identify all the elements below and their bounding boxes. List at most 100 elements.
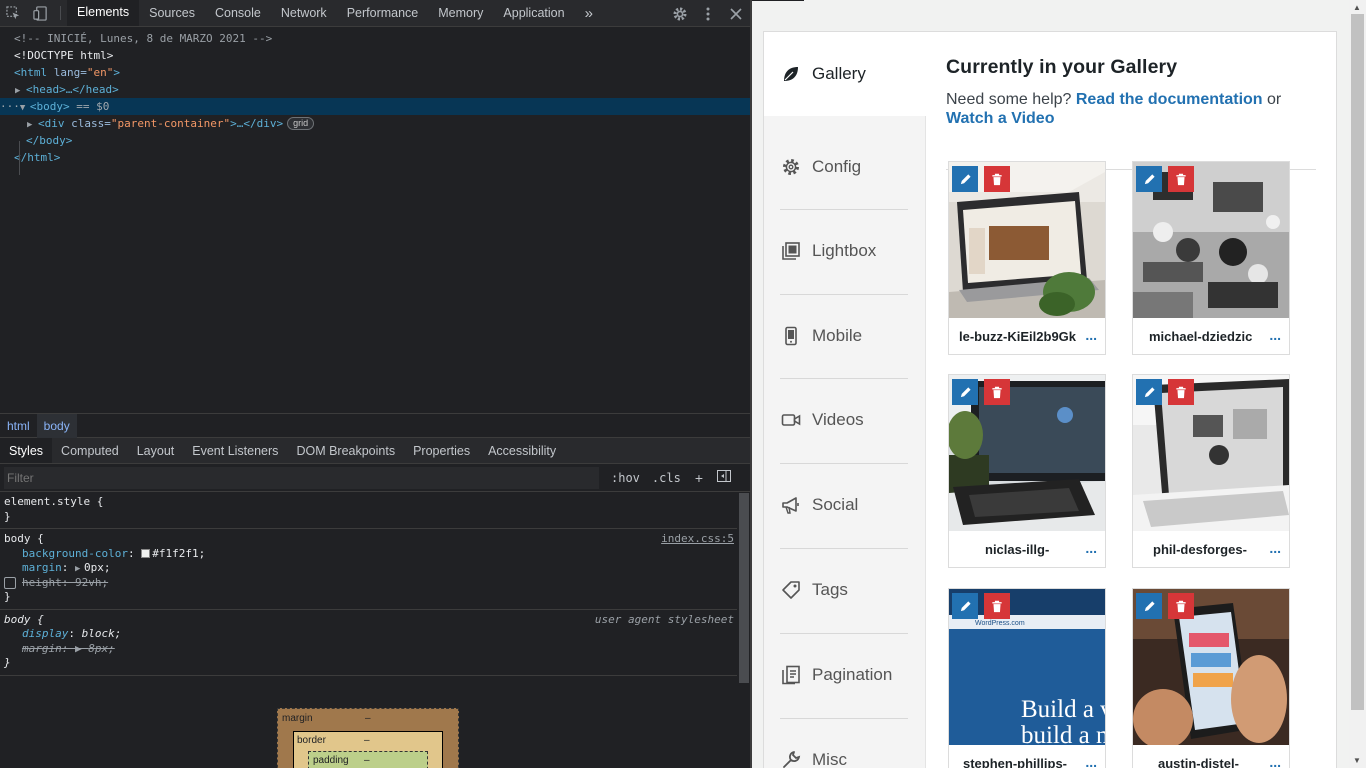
- sidebar-item-lightbox[interactable]: Lightbox: [764, 209, 926, 293]
- delete-trash-icon[interactable]: [1168, 593, 1194, 619]
- delete-trash-icon[interactable]: [1168, 166, 1194, 192]
- gallery-tile[interactable]: Build a v build a n WordPress.com stephe…: [948, 588, 1106, 768]
- delete-trash-icon[interactable]: [984, 166, 1010, 192]
- inspect-element-icon[interactable]: [0, 0, 27, 26]
- lightbox-icon: [782, 242, 800, 260]
- html-close-tag: </html>: [14, 151, 61, 164]
- edit-pencil-icon[interactable]: [952, 379, 978, 405]
- more-options-button[interactable]: ...: [1085, 533, 1097, 567]
- computed-sidebar-toggle-icon[interactable]: [717, 470, 731, 485]
- edit-pencil-icon[interactable]: [1136, 166, 1162, 192]
- page-scrollbar[interactable]: ▲ ▼: [1349, 0, 1366, 768]
- documentation-link[interactable]: Read the documentation: [1076, 91, 1263, 108]
- tab-event-listeners[interactable]: Event Listeners: [183, 438, 287, 463]
- body-rule[interactable]: index.css:5 body { background-color: #f1…: [0, 529, 750, 610]
- scrollbar-thumb[interactable]: [739, 493, 749, 683]
- edit-pencil-icon[interactable]: [1136, 593, 1162, 619]
- element-style-rule[interactable]: element.style { }: [0, 492, 750, 529]
- close-icon[interactable]: [722, 7, 750, 20]
- sidebar-item-social[interactable]: Social: [764, 463, 926, 547]
- margin-value[interactable]: –: [365, 713, 371, 724]
- kebab-menu-icon[interactable]: [694, 7, 722, 21]
- gallery-tile[interactable]: austin-distel- ...: [1132, 588, 1290, 768]
- dom-head-node[interactable]: ▶ <head>…</head>: [0, 81, 750, 98]
- hover-state-button[interactable]: :hov: [611, 471, 640, 485]
- tab-computed[interactable]: Computed: [52, 438, 128, 463]
- delete-trash-icon[interactable]: [984, 593, 1010, 619]
- tree-guide-line: [19, 141, 20, 175]
- tab-console[interactable]: Console: [205, 0, 271, 26]
- padding-value[interactable]: –: [364, 755, 370, 766]
- property-checkbox[interactable]: [4, 577, 16, 589]
- tab-network[interactable]: Network: [271, 0, 337, 26]
- more-options-button[interactable]: ...: [1269, 533, 1281, 567]
- dom-comment[interactable]: <!-- INICIÉ, Lunes, 8 de MARZO 2021 -->: [0, 30, 750, 47]
- sidebar-item-mobile[interactable]: Mobile: [764, 294, 926, 378]
- delete-trash-icon[interactable]: [984, 379, 1010, 405]
- dom-body-node-selected[interactable]: ···▼ <body> == $0: [0, 98, 750, 115]
- settings-gear-icon[interactable]: [666, 6, 694, 22]
- more-options-button[interactable]: ...: [1085, 747, 1097, 768]
- property-value[interactable]: 0px;: [84, 561, 111, 574]
- expand-triangle-icon[interactable]: ▶: [75, 562, 84, 577]
- more-tabs-button[interactable]: »: [575, 0, 603, 26]
- dom-div-node[interactable]: ▶ <div class="parent-container">…</div> gr…: [0, 115, 750, 132]
- property-name[interactable]: background-color: [22, 547, 128, 560]
- edit-pencil-icon[interactable]: [952, 593, 978, 619]
- more-options-button[interactable]: ...: [1269, 320, 1281, 354]
- sidebar-item-label: Tags: [812, 580, 848, 599]
- more-options-button[interactable]: ...: [1085, 320, 1097, 354]
- sidebar-item-config[interactable]: Config: [764, 125, 926, 209]
- class-toggle-button[interactable]: .cls: [652, 471, 681, 485]
- gallery-tile[interactable]: le-buzz-KiEil2b9Gk ...: [948, 161, 1106, 355]
- node-actions-ellipsis[interactable]: ···: [0, 100, 20, 113]
- property-value[interactable]: 92vh;: [75, 576, 108, 589]
- tab-elements[interactable]: Elements: [67, 0, 140, 26]
- property-name[interactable]: margin: [22, 561, 62, 574]
- scroll-up-icon[interactable]: ▲: [1353, 3, 1361, 12]
- property-name[interactable]: height: [22, 576, 62, 589]
- tab-sources[interactable]: Sources: [139, 0, 205, 26]
- sidebar-item-misc[interactable]: Misc: [764, 718, 926, 768]
- gallery-tile[interactable]: michael-dziedzic ...: [1132, 161, 1290, 355]
- edit-pencil-icon[interactable]: [952, 166, 978, 192]
- dom-doctype[interactable]: <!DOCTYPE html>: [0, 47, 750, 64]
- sidebar-item-videos[interactable]: Videos: [764, 378, 926, 462]
- tab-memory[interactable]: Memory: [428, 0, 493, 26]
- sidebar-item-pagination[interactable]: Pagination: [764, 633, 926, 717]
- watch-video-link[interactable]: Watch a Video: [946, 110, 1054, 127]
- tab-dom-breakpoints[interactable]: DOM Breakpoints: [287, 438, 404, 463]
- tab-performance[interactable]: Performance: [337, 0, 429, 26]
- tab-accessibility[interactable]: Accessibility: [479, 438, 565, 463]
- more-options-button[interactable]: ...: [1269, 747, 1281, 768]
- sidebar-item-tags[interactable]: Tags: [764, 548, 926, 632]
- gallery-tile[interactable]: niclas-illg- ...: [948, 374, 1106, 568]
- property-value[interactable]: #f1f2f1;: [152, 547, 205, 560]
- tab-application[interactable]: Application: [493, 0, 574, 26]
- breadcrumb-html[interactable]: html: [0, 414, 37, 438]
- border-value[interactable]: –: [364, 735, 370, 746]
- tab-layout[interactable]: Layout: [128, 438, 184, 463]
- dom-body-close[interactable]: </body>: [0, 132, 750, 149]
- tab-styles[interactable]: Styles: [0, 438, 53, 463]
- device-toolbar-icon[interactable]: [27, 0, 54, 26]
- user-agent-rule[interactable]: user agent stylesheet body { display: bl…: [0, 610, 750, 676]
- breadcrumb-body[interactable]: body: [36, 413, 77, 438]
- styles-filter-input[interactable]: [4, 466, 599, 489]
- dom-html-node[interactable]: <html lang="en">: [0, 64, 750, 81]
- grid-badge[interactable]: grid: [287, 117, 315, 130]
- edit-pencil-icon[interactable]: [1136, 379, 1162, 405]
- image-title: michael-dziedzic: [1133, 320, 1289, 354]
- page-scrollbar-thumb[interactable]: [1351, 14, 1364, 710]
- rule-source-link[interactable]: index.css:5: [661, 532, 734, 545]
- styles-scrollbar[interactable]: [737, 493, 750, 768]
- color-swatch[interactable]: [141, 548, 151, 558]
- tab-properties[interactable]: Properties: [404, 438, 479, 463]
- delete-trash-icon[interactable]: [1168, 379, 1194, 405]
- gallery-tile[interactable]: phil-desforges- ...: [1132, 374, 1290, 568]
- sidebar-item-gallery[interactable]: Gallery: [764, 32, 926, 116]
- dom-html-close[interactable]: </html>: [0, 149, 750, 166]
- scroll-down-icon[interactable]: ▼: [1353, 756, 1361, 765]
- styles-rules: element.style { } index.css:5 body { bac…: [0, 492, 750, 676]
- plus-icon[interactable]: +: [695, 470, 703, 486]
